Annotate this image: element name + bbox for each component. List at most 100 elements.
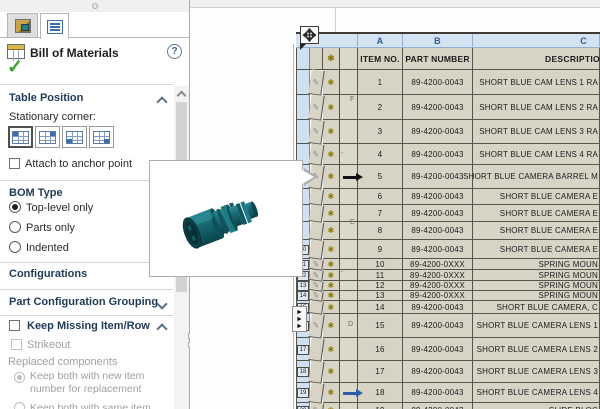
corner-button-bottom-left[interactable] [62,126,87,148]
table-row[interactable]: ✎ ✱ 3 89-4200-0043 SHORT BLUE CAM LENS 3 RA [296,119,600,145]
cell-description[interactable]: SHORT BLUE CAM LENS 4 RA [473,144,600,165]
cell-description[interactable]: SHORT BLUE CAMERA E [473,189,600,205]
expand-chevron-part-config-grouping[interactable] [158,300,166,308]
table-row[interactable]: ✱ 18 89-4200-0043 SHORT BLUE CAMERA LENS 4 [296,382,600,404]
tab-bom[interactable] [40,13,69,39]
column-letter-c[interactable]: C [473,34,600,48]
cell-description[interactable]: SPRING MOUN [473,270,600,281]
cell-part-number[interactable]: 89-4200-0043 [403,361,473,383]
cell-item-no[interactable]: 13 [358,291,403,301]
cell-item-no[interactable]: 14 [358,301,403,314]
bom-header-row[interactable]: ✱ ITEM NO.PART NUMBERDESCRIPTION [296,48,600,70]
table-row[interactable]: ✎ ✱ 13 89-4200-0XXX SPRING MOUN [296,290,600,302]
cell-part-number[interactable]: 89-4200-0XXX [403,270,473,281]
cell-item-no[interactable]: 15 [358,314,403,338]
cell-item-no[interactable]: 5 [358,165,403,189]
cell-description[interactable]: SHORT BLUE CAMERA, C [473,301,600,314]
cell-part-number[interactable]: 89-4200-0043 [403,70,473,95]
cell-item-no[interactable]: 16 [358,338,403,361]
table-row[interactable]: ✱ 8 89-4200-0043 SHORT BLUE CAMERA E [296,221,600,241]
cell-item-no[interactable]: 1 [358,70,403,95]
radio-top-level-only[interactable] [9,201,21,213]
cell-part-number[interactable]: 89-4200-0043 [403,205,473,222]
bom-table[interactable]: ABC✱ITEM NO.PART NUMBERDESCRIPTION✎✱189-… [296,32,600,409]
row-pointer-arrow[interactable] [343,389,363,397]
cell-item-no[interactable]: 18 [358,383,403,403]
cell-part-number[interactable]: 89-4200-0043 [403,301,473,314]
cell-description[interactable]: SHORT BLUE CAM LENS 2 RA [473,95,600,120]
cell-part-number[interactable]: 89-4200-0043 [403,314,473,338]
collapse-chevron-keep-missing[interactable] [158,323,166,331]
table-row[interactable]: ✱ 6 89-4200-0043 SHORT BLUE CAMERA E [296,188,600,206]
cell-description[interactable]: SHORT BLUE CAMERA LENS 4 [473,383,600,403]
corner-button-bottom-right[interactable] [89,126,114,148]
cell-item-no[interactable]: 4 [358,144,403,165]
cell-description[interactable]: SHORT BLUE CAMERA LENS 2 [473,338,600,361]
cell-item-no[interactable]: 11 [358,270,403,281]
cell-part-number[interactable]: 89-4200-0043 [403,338,473,361]
header-description[interactable]: DESCRIPTION [473,48,600,70]
cell-part-number[interactable]: 89-4200-0043 [403,240,473,259]
cell-item-no[interactable]: 7 [358,205,403,222]
table-row[interactable]: ✎ ✱ 1 89-4200-0043 SHORT BLUE CAM LENS 1 RA [296,69,600,96]
corner-button-top-left[interactable] [8,126,33,148]
tab-property-manager[interactable] [7,13,38,38]
cell-description[interactable]: SHORT BLUE CAM LENS 3 RA [473,120,600,144]
cell-description[interactable]: SHORT BLUE CAMERA E [473,205,600,222]
cell-part-number[interactable]: 89-4200-0XXX [403,259,473,270]
table-row[interactable]: ✎ ✱ 15 89-4200-0043 SHORT BLUE CAMERA LENS 1 [296,313,600,339]
cell-description[interactable]: SLIDE BLOC [473,403,600,409]
table-row[interactable]: ✱ 16 89-4200-0043 SHORT BLUE CAMERA LENS 2 [296,337,600,362]
cell-description[interactable]: SHORT BLUE CAMERA E [473,222,600,240]
table-row[interactable]: ✎ ✱ 2 89-4200-0043 SHORT BLUE CAM LENS 2 RA [296,94,600,121]
header-item-no[interactable]: ITEM NO. [358,48,403,70]
collapse-chevron-table-position[interactable] [158,96,166,104]
cell-part-number[interactable]: 89-4200-0043 [403,222,473,240]
table-row[interactable]: ✎ ✱ 5 89-4200-0043 SHORT BLUE CAMERA BARREL … [296,164,600,190]
column-letter-b[interactable]: B [403,34,473,48]
cell-item-no[interactable]: 19 [358,403,403,409]
cell-item-no[interactable]: 2 [358,95,403,120]
cell-description[interactable]: SPRING MOUN [473,281,600,291]
scrollbar-up-icon[interactable] [177,90,185,98]
cell-part-number[interactable]: 89-4200-0043 [403,95,473,120]
cell-description[interactable]: SPRING MOUN [473,291,600,301]
cell-description[interactable]: SHORT BLUE CAMERA LENS 1 [473,314,600,338]
table-move-handle[interactable] [300,26,319,44]
row-pointer-arrow[interactable] [343,173,363,181]
radio-parts-only[interactable] [9,221,21,233]
table-row[interactable]: ✱ 7 89-4200-0043 SHORT BLUE CAMERA E [296,204,600,223]
cell-description[interactable]: SHORT BLUE CAM LENS 1 RA [473,70,600,95]
confirm-check-icon[interactable]: ✓ [7,56,23,79]
column-letters-row[interactable]: ABC [296,34,600,48]
cell-part-number[interactable]: 89-4200-0XXX [403,281,473,291]
panel-collapse-dot[interactable] [92,3,98,9]
attach-anchor-checkbox[interactable] [9,158,20,169]
help-icon[interactable]: ? [167,44,182,59]
stacked-arrows-flag-icon[interactable]: ► ► ► [292,306,307,332]
cell-item-no[interactable]: 12 [358,281,403,291]
radio-indented[interactable] [9,241,21,253]
keep-missing-checkbox[interactable] [9,320,20,331]
cell-description[interactable]: SHORT BLUE CAMERA BARREL M [463,165,600,189]
cell-item-no[interactable]: 8 [358,222,403,240]
table-row[interactable]: ✱ 17 89-4200-0043 SHORT BLUE CAMERA LENS 3 [296,360,600,384]
cell-part-number[interactable]: 89-4200-0043 [403,120,473,144]
cell-description[interactable]: SPRING MOUN [473,259,600,270]
table-row[interactable]: ✱ 9 89-4200-0043 SHORT BLUE CAMERA E [296,239,600,260]
cell-part-number[interactable]: 89-4200-0042 [403,403,473,409]
cell-part-number[interactable]: 89-4200-0043 [403,144,473,165]
cell-item-no[interactable]: 6 [358,189,403,205]
corner-button-top-right[interactable] [35,126,60,148]
cell-part-number[interactable]: 89-4200-0043 [403,189,473,205]
column-letter-a[interactable]: A [358,34,403,48]
cell-part-number[interactable]: 89-4200-0XXX [403,291,473,301]
table-row[interactable]: ✎ ✱ 12 89-4200-0XXX SPRING MOUN [296,280,600,292]
cell-item-no[interactable]: 3 [358,120,403,144]
header-part-number[interactable]: PART NUMBER [403,48,473,70]
cell-item-no[interactable]: 17 [358,361,403,383]
cell-part-number[interactable]: 89-4200-0043 [403,383,473,403]
cell-description[interactable]: SHORT BLUE CAMERA E [473,240,600,259]
cell-item-no[interactable]: 10 [358,259,403,270]
cell-description[interactable]: SHORT BLUE CAMERA LENS 3 [473,361,600,383]
